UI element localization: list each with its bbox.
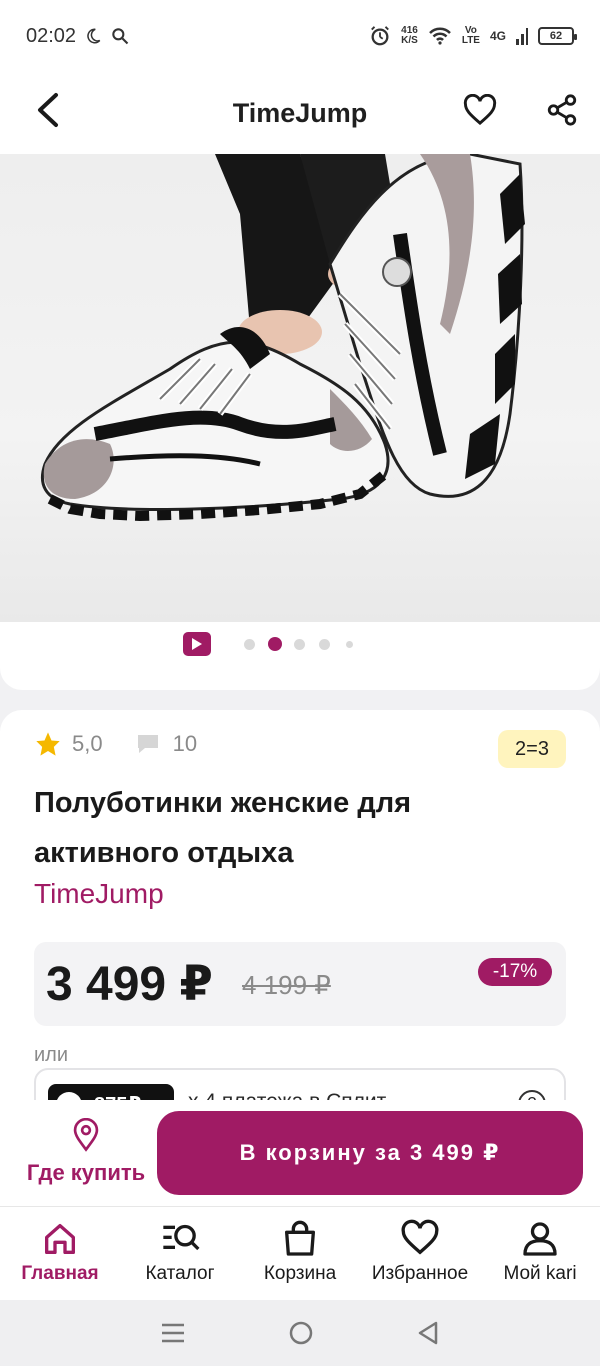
net-speed: 416 K/S (401, 25, 418, 46)
tab-profile-label: Мой kari (503, 1263, 577, 1284)
moon-icon (87, 28, 101, 44)
page-title: TimeJump (232, 97, 368, 128)
heart-icon (463, 94, 497, 126)
tab-profile[interactable]: Мой kari (480, 1207, 600, 1300)
battery-indicator: 62 (538, 27, 577, 45)
tab-cart[interactable]: Корзина (240, 1207, 360, 1300)
home-circle-icon[interactable] (287, 1319, 315, 1347)
old-price: 4 199 ₽ (242, 970, 331, 1000)
favorite-button[interactable] (458, 88, 502, 132)
wifi-icon (428, 27, 451, 45)
tab-favorites-label: Избранное (371, 1263, 469, 1284)
product-gallery[interactable] (0, 154, 600, 690)
location-pin-icon (73, 1118, 99, 1152)
gallery-dot[interactable] (346, 641, 353, 648)
video-button[interactable] (183, 632, 211, 656)
product-name: Полуботинки женские для активного отдыха (34, 787, 412, 869)
tab-favorites[interactable]: Избранное (360, 1207, 480, 1300)
play-icon (192, 638, 202, 650)
brand-link[interactable]: TimeJump (34, 878, 164, 910)
star-icon (36, 732, 60, 756)
tab-home-label: Главная (21, 1263, 99, 1284)
tab-cart-label: Корзина (263, 1263, 337, 1284)
share-icon (547, 94, 577, 126)
signal-icon (516, 28, 528, 45)
gallery-dot[interactable] (244, 639, 255, 650)
promo-badge[interactable]: 2=3 (498, 730, 566, 768)
home-icon (45, 1224, 76, 1254)
product-info-card: 5,0 10 2=3 Полуботинки женские для актив… (0, 710, 600, 1128)
tab-catalog[interactable]: Каталог (120, 1207, 240, 1300)
network-type: 4G (489, 29, 506, 43)
discount-badge: -17% (478, 958, 552, 986)
status-bar: 02:02 416 K/S Vo LTE 4G 62 (0, 0, 600, 72)
chevron-left-icon (38, 93, 58, 127)
heart-icon (401, 1219, 439, 1255)
back-triangle-icon[interactable] (416, 1320, 440, 1346)
menu-icon[interactable] (160, 1321, 186, 1345)
buy-bar: Где купить В корзину за 3 499 ₽ (0, 1100, 600, 1206)
add-to-cart-button[interactable]: В корзину за 3 499 ₽ (157, 1111, 583, 1195)
rating-row[interactable]: 5,0 10 (34, 730, 197, 758)
status-time: 02:02 (26, 24, 77, 47)
where-to-buy-label: Где купить (26, 1160, 146, 1185)
comment-icon (137, 735, 158, 753)
reviews-count: 10 (172, 731, 198, 756)
system-navigation-bar (0, 1300, 600, 1366)
bag-icon (285, 1220, 315, 1256)
where-to-buy-button[interactable]: Где купить (20, 1118, 152, 1190)
gallery-dot[interactable] (294, 639, 305, 650)
gallery-pagination (0, 630, 600, 658)
gallery-dot[interactable] (319, 639, 330, 650)
sneakers-image (40, 154, 525, 522)
search-icon (112, 28, 129, 45)
share-button[interactable] (540, 88, 584, 132)
price-box: 3 499 ₽ 4 199 ₽ -17% (34, 942, 566, 1026)
bottom-tab-bar: Главная Каталог Корзина Избранное Мой ka… (0, 1206, 600, 1300)
user-icon (523, 1222, 557, 1256)
rating-value: 5,0 (72, 731, 103, 756)
current-price: 3 499 ₽ (46, 958, 213, 1011)
tab-home[interactable]: Главная (0, 1207, 120, 1300)
volte-indicator: Vo LTE (461, 25, 480, 46)
back-button[interactable] (28, 90, 68, 130)
alarm-icon (371, 26, 390, 46)
gallery-dot-active[interactable] (268, 637, 282, 651)
or-label: или (34, 1044, 69, 1066)
tab-catalog-label: Каталог (145, 1263, 215, 1284)
catalog-search-icon (163, 1224, 200, 1251)
app-header: TimeJump (0, 72, 600, 154)
product-photo[interactable] (0, 154, 600, 622)
